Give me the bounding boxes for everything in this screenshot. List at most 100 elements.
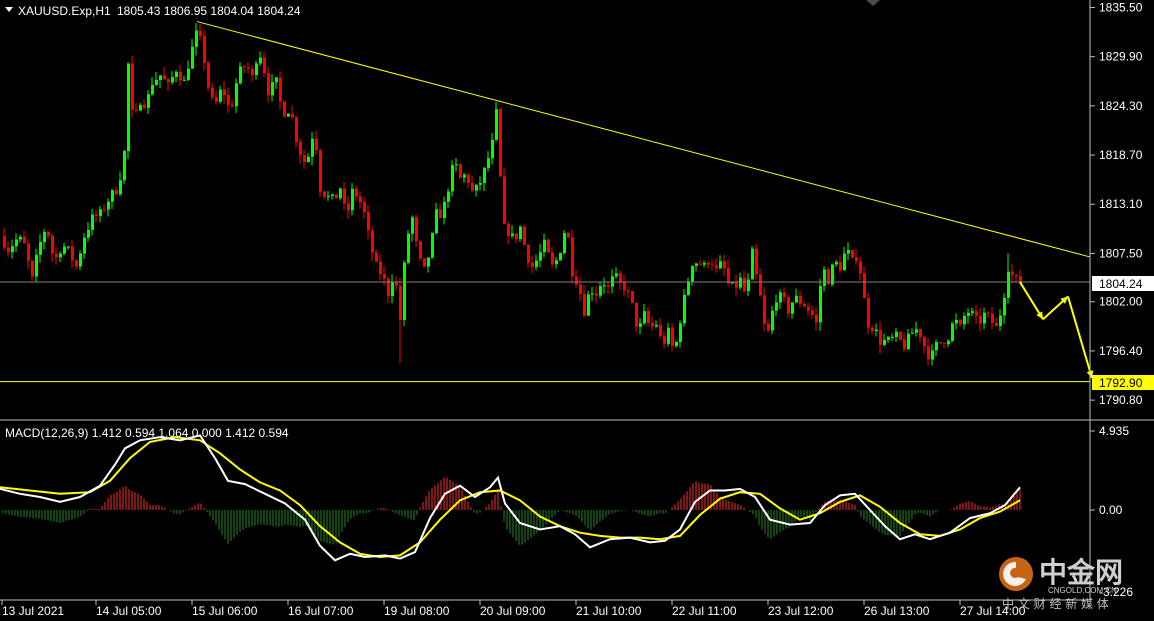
candle-body <box>175 71 178 78</box>
candle-body <box>191 46 194 69</box>
candle-body <box>307 156 310 163</box>
current-price-label: 1804.24 <box>1099 277 1143 291</box>
candle-body <box>995 322 998 327</box>
candle-body <box>515 233 518 240</box>
candle-body <box>543 239 546 253</box>
candle-body <box>615 273 618 277</box>
candle-body <box>939 342 942 344</box>
candle-body <box>679 323 682 342</box>
chart-svg: 1835.50 1829.90 1824.30 1818.70 1813.10 1807.… <box>0 0 1154 621</box>
candle-body <box>111 190 114 202</box>
candle-body <box>971 311 974 313</box>
price-tick-label: 1818.70 <box>1099 148 1143 162</box>
candle-body <box>947 340 950 345</box>
candle-body <box>211 87 214 98</box>
candle-body <box>47 231 50 236</box>
candle-body <box>611 276 614 287</box>
candle-body <box>663 336 666 344</box>
candle-body <box>711 264 714 266</box>
time-tick-label: 15 Jul 06:00 <box>192 604 258 618</box>
macd-tick-label: 4.935 <box>1099 424 1129 438</box>
candle-body <box>371 230 374 253</box>
candle-body <box>851 249 854 258</box>
candle-body <box>71 246 74 261</box>
candle-body <box>627 290 630 292</box>
candle-body <box>231 104 234 107</box>
candle-body <box>699 263 702 265</box>
candle-body <box>635 302 638 327</box>
candle-body <box>675 341 678 347</box>
candle-body <box>275 77 278 83</box>
candle-body <box>835 261 838 265</box>
candle-body <box>259 57 262 64</box>
candle-body <box>99 209 102 216</box>
candle-body <box>511 233 514 236</box>
candle-body <box>27 243 30 261</box>
candle-body <box>843 253 846 271</box>
candle-body <box>583 293 586 316</box>
candle-body <box>927 346 930 360</box>
candle-body <box>863 273 866 299</box>
candle-body <box>1007 271 1010 298</box>
candle-body <box>215 97 218 102</box>
candle-body <box>207 62 210 88</box>
candle-body <box>455 164 458 166</box>
candle-body <box>499 109 502 177</box>
time-tick-label: 13 Jul 2021 <box>2 604 64 618</box>
candle-body <box>879 329 882 345</box>
candle-body <box>167 79 170 83</box>
candle-body <box>283 101 286 117</box>
candle-body <box>651 323 654 327</box>
macd-tick-label: 0.00 <box>1099 503 1123 517</box>
candle-body <box>859 261 862 274</box>
candle-body <box>163 75 166 80</box>
candle-body <box>391 282 394 297</box>
candle-body <box>407 233 410 263</box>
candle-body <box>87 229 90 238</box>
candle-body <box>199 30 202 36</box>
candle-body <box>255 63 258 76</box>
candle-body <box>623 281 626 291</box>
candle-body <box>463 174 466 178</box>
candle-body <box>235 83 238 107</box>
candle-body <box>419 241 422 259</box>
candle-body <box>867 298 870 328</box>
price-tick-label: 1802.00 <box>1099 295 1143 309</box>
watermark-tagline: 中 文 财 经 新 媒 体 <box>1002 596 1109 611</box>
candle-body <box>587 294 590 316</box>
candle-body <box>159 75 162 80</box>
candle-body <box>75 260 78 267</box>
candle-body <box>723 261 726 269</box>
candle-body <box>631 291 634 303</box>
candle-body <box>403 262 406 320</box>
candle-body <box>11 246 14 253</box>
candle-body <box>599 286 602 296</box>
candle-body <box>871 327 874 331</box>
candle-body <box>619 273 622 282</box>
candle-body <box>891 336 894 338</box>
candle-body <box>719 261 722 269</box>
candle-body <box>639 323 642 327</box>
candle-body <box>435 209 438 234</box>
candle-body <box>247 67 250 69</box>
candle-body <box>975 311 978 316</box>
candle-body <box>187 68 190 80</box>
candle-body <box>935 342 938 351</box>
candle-body <box>815 314 818 323</box>
candle-body <box>691 265 694 282</box>
candle-body <box>787 297 790 314</box>
time-tick-label: 23 Jul 12:00 <box>768 604 834 618</box>
candle-body <box>223 89 226 96</box>
candle-body <box>471 182 474 191</box>
candle-body <box>899 331 902 340</box>
candle-body <box>791 302 794 314</box>
candle-body <box>591 293 594 295</box>
candle-body <box>367 212 370 231</box>
time-tick-label: 22 Jul 11:00 <box>672 604 737 618</box>
candle-body <box>743 277 746 292</box>
candle-body <box>695 263 698 266</box>
candle-body <box>39 242 42 255</box>
candle-body <box>819 286 822 323</box>
candle-body <box>595 293 598 296</box>
price-tick-label: 1807.50 <box>1099 246 1143 260</box>
